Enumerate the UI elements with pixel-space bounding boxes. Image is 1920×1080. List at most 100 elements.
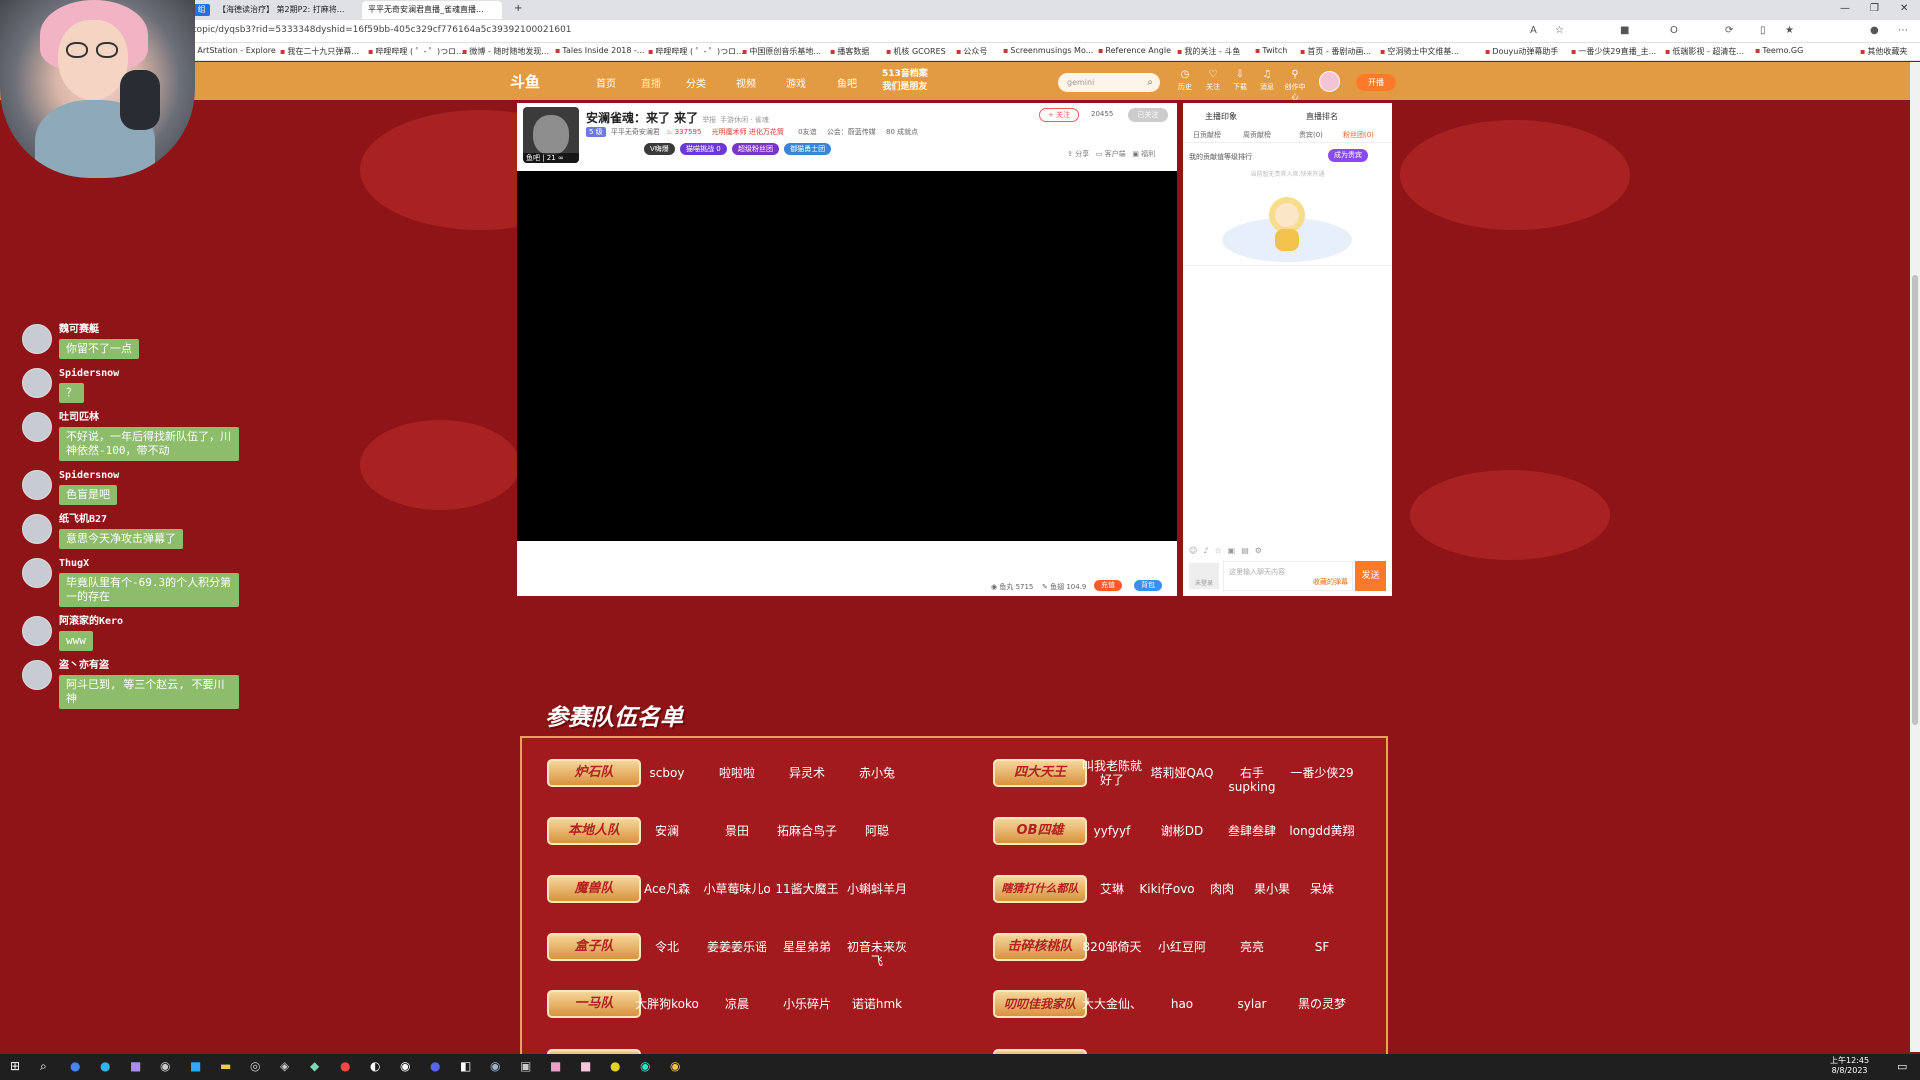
emoji-icon[interactable]: ☺ [1189,546,1203,555]
bookmark[interactable]: ▪ 哔哩哔哩 ( ゜- ゜)つロ... [368,46,464,57]
follow-icon[interactable]: ♡ 关注 [1200,70,1226,92]
app-icon[interactable]: ● [610,1059,620,1073]
maximize-icon[interactable]: ❐ [1870,3,1879,14]
nav-category[interactable]: 分类 [686,75,706,90]
app-icon[interactable]: ■ [550,1059,561,1073]
nav-live[interactable]: 直播 [641,75,661,90]
tab-douyu[interactable]: 平平无奇安澜君直播_雀魂直播... [362,1,502,19]
download-icon[interactable]: ⇩ 下载 [1227,70,1253,92]
app-icon[interactable]: ◉ [640,1059,650,1073]
bookmark[interactable]: ▪ 空洞骑士中文维基... [1380,46,1459,57]
settings-icon[interactable]: ⚙ [1255,546,1268,555]
promo-banner[interactable]: 513音档案 我们是朋友 [882,68,928,94]
speaker-icon[interactable]: ♪ [1203,546,1214,555]
bookmark[interactable]: ▪ 哔哩哔哩 ( ゜- ゜)つロ... [648,46,744,57]
chrome-icon[interactable]: ● [70,1059,80,1073]
bookmark[interactable]: ▪ 中国原创音乐基地... [742,46,821,57]
app-icon[interactable]: ◐ [370,1059,380,1073]
menu-icon[interactable]: ⋯ [1898,25,1908,36]
tab-vip[interactable]: 贵宾(0) [1299,130,1323,140]
bookmark-folder[interactable]: ▪ 其他收藏夹 [1860,46,1907,57]
bookmark[interactable]: ▪ 公众号 [956,46,987,57]
send-button[interactable]: 发送 [1355,561,1386,591]
profile-icon[interactable]: ● [1870,25,1879,36]
tab-fan-club[interactable]: 粉丝团(0) [1343,130,1374,140]
app-icon[interactable]: ◈ [280,1059,289,1073]
explorer-icon[interactable]: ▬ [220,1059,231,1073]
bookmark[interactable]: ▪ 低端影视 - 超清在... [1665,46,1744,57]
scrollbar-thumb[interactable] [1912,275,1918,725]
app-icon[interactable]: ◧ [460,1059,471,1073]
clock[interactable]: 上午12:45 8/8/2023 [1830,1056,1869,1076]
share-button[interactable]: ⇪ 分享 [1067,150,1089,158]
edge-icon[interactable]: ● [100,1059,110,1073]
bookmark[interactable]: ▪ 一番少侠29直播_主... [1571,46,1656,57]
user-avatar[interactable] [1319,71,1340,92]
close-icon[interactable]: ✕ [1900,3,1908,14]
app-icon[interactable]: ◉ [670,1059,680,1073]
search-icon[interactable]: ⌕ [1147,73,1153,92]
obs-icon[interactable]: ◉ [160,1059,170,1073]
favorites-icon[interactable]: ★ [1785,25,1794,36]
card-icon[interactable]: ▤ [1241,546,1255,555]
url-field[interactable]: /topic/dyqsb3?rid=5333348dyshid=16f59bb-… [190,25,572,35]
split-view-icon[interactable]: ▯ [1760,25,1766,36]
client-button[interactable]: ▭ 客户端 [1096,150,1126,158]
follow-button[interactable]: + 关注 [1039,108,1079,122]
bookmark[interactable]: ▪ 微博 - 随时随地发现... [462,46,549,57]
douyu-logo[interactable]: 斗鱼 [510,71,540,92]
bookmark[interactable]: ▪ Teemo.GG [1755,46,1803,55]
warning-text[interactable]: 光明魔术师 进化万花筒 [712,128,784,136]
badge[interactable]: V嗨爆 [644,143,675,155]
gift-icon[interactable]: ▣ [1228,546,1242,555]
search-input[interactable]: gemini ⌕ [1058,73,1160,92]
notification-icon[interactable]: ▭ [1897,1060,1907,1073]
badge[interactable]: 猫喵挑战 0 [680,143,727,155]
read-aloud-icon[interactable]: A [1530,25,1537,36]
recharge-button[interactable]: 充值 [1094,580,1122,591]
badge[interactable]: 超级粉丝团 [731,143,779,155]
bookmark[interactable]: ▪ Douyu动弹幕助手 [1485,46,1558,57]
nav-home[interactable]: 首页 [596,75,616,90]
extension-icon[interactable]: ■ [1620,25,1629,36]
message-icon[interactable]: ♫ 消息 [1254,70,1280,92]
backpack-button[interactable]: 背包 [1134,580,1162,591]
chat-input[interactable]: 这里输入聊天内容 收藏的弹幕 [1223,561,1353,591]
bookmark[interactable]: ▪ Reference Angle [1098,46,1171,55]
tab-weekly-rank[interactable]: 周贡献榜 [1243,130,1271,140]
followed-button[interactable]: 已关注 [1128,108,1168,122]
bookmark[interactable]: ▪ 播客数据 [830,46,869,57]
live-ranking-tab[interactable]: 直播排名 [1306,111,1338,122]
bookmark[interactable]: ▪ Screenmusings Mo... [1003,46,1093,55]
minimize-icon[interactable]: — [1840,3,1850,14]
history-icon[interactable]: ◷ 历史 [1172,70,1198,92]
tab-video[interactable]: 【海德读治疗】 第2期P2: 打麻将... [212,1,356,19]
welfare-button[interactable]: ▣ 福利 [1132,150,1155,158]
photoshop-icon[interactable]: ■ [190,1059,201,1073]
report-link[interactable]: 举报 [702,116,716,124]
bookmark[interactable]: ▪ 首页 - 番剧动画... [1300,46,1371,57]
tab-daily-rank[interactable]: 日贡献榜 [1193,130,1221,140]
badge[interactable]: 御猫勇士团 [784,143,832,155]
start-stream-button[interactable]: 开播 [1356,74,1396,91]
premiere-icon[interactable]: ■ [130,1059,141,1073]
video-player[interactable] [517,171,1177,541]
refresh-icon[interactable]: ⟳ [1725,25,1733,36]
nav-video[interactable]: 视频 [736,75,756,90]
opera-icon[interactable]: O [1670,25,1678,36]
app-icon[interactable]: ◆ [310,1059,319,1073]
creator-center-icon[interactable]: ⚲ 创作中心 [1282,70,1308,102]
app-icon[interactable]: ▣ [520,1059,531,1073]
become-vip-button[interactable]: 成为贵宾 [1328,149,1368,162]
favorite-star-icon[interactable]: ☆ [1555,25,1564,36]
nav-games[interactable]: 游戏 [786,75,806,90]
bookmark[interactable]: ▪ 我的关注 - 斗鱼 [1177,46,1240,57]
app-icon[interactable]: ◎ [250,1059,260,1073]
windows-start-icon[interactable]: ⊞ [10,1059,20,1073]
saved-danmaku-link[interactable]: 收藏的弹幕 [1313,577,1348,587]
discord-icon[interactable]: ● [430,1059,440,1073]
streamer-impression-tab[interactable]: 主播印象 [1205,111,1237,122]
new-tab-icon[interactable]: + [514,3,522,14]
bookmark[interactable]: ▪ Twitch [1255,46,1287,55]
bookmark[interactable]: ▪ 机核 GCORES [886,46,946,57]
